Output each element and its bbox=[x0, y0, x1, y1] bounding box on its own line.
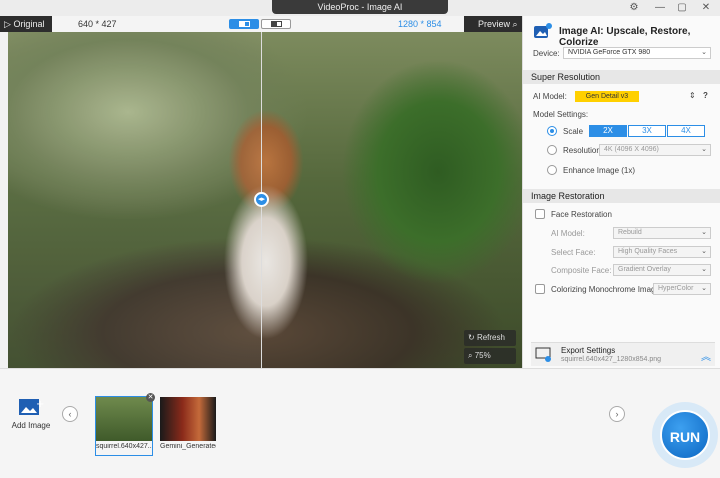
original-label: Original bbox=[13, 19, 45, 29]
thumbnail-caption: Gemini_Generated... bbox=[160, 443, 216, 450]
original-resolution: 640 * 427 bbox=[78, 19, 117, 29]
zoom-label: 75% bbox=[474, 351, 491, 360]
minimize-icon[interactable]: — bbox=[652, 1, 668, 15]
play-icon: ▷ bbox=[4, 19, 11, 29]
export-settings[interactable]: Export Settings squirrel.640x427_1280x85… bbox=[531, 342, 715, 366]
super-resolution-heading: Super Resolution bbox=[523, 70, 720, 84]
refresh-icon: ↻ bbox=[468, 333, 475, 342]
close-icon[interactable]: ✕ bbox=[698, 1, 714, 15]
composite-face-select[interactable]: Gradient Overlay ⌄ bbox=[613, 264, 711, 276]
model-settings-label: Model Settings: bbox=[533, 110, 589, 119]
chevron-down-icon: ⌄ bbox=[701, 229, 707, 236]
original-tag: ▷ Original bbox=[0, 16, 52, 32]
refresh-button[interactable]: ↻ Refresh bbox=[464, 330, 516, 346]
chevron-down-icon: ⌄ bbox=[701, 49, 707, 56]
expand-up-icon[interactable]: ︽ bbox=[701, 348, 711, 363]
image-preview[interactable]: ◂▸ ↻ Refresh ⌕ 75% bbox=[8, 32, 522, 368]
zoom-icon: ⌕ bbox=[468, 351, 473, 360]
ai-model-arrow-icon[interactable]: ⇕ bbox=[689, 91, 696, 100]
restoration-ai-model-label: AI Model: bbox=[551, 229, 585, 238]
resolution-radio[interactable] bbox=[547, 145, 557, 155]
preview-header: ▷ Original 640 * 427 1280 * 854 Preview … bbox=[0, 16, 522, 32]
colorize-checkbox[interactable] bbox=[535, 284, 545, 294]
chevron-down-icon: ⌄ bbox=[701, 285, 707, 292]
composite-face-label: Composite Face: bbox=[551, 266, 612, 275]
remove-icon[interactable]: ✕ bbox=[146, 393, 155, 402]
split-view-toggle[interactable] bbox=[229, 19, 259, 29]
thumbnail-item[interactable]: Gemini_Generated... bbox=[160, 397, 216, 455]
media-strip: + Add Image ‹ ✕ squirrel.640x427... Gemi… bbox=[0, 368, 720, 478]
output-resolution: 1280 * 854 bbox=[398, 19, 442, 29]
export-settings-icon bbox=[535, 347, 551, 362]
export-settings-label: Export Settings bbox=[561, 346, 616, 355]
ai-model-label: AI Model: bbox=[533, 92, 567, 101]
device-label: Device: bbox=[533, 49, 560, 58]
thumbnail-item[interactable]: ✕ squirrel.640x427... bbox=[95, 393, 155, 456]
preview-label: Preview bbox=[478, 19, 511, 29]
face-restoration-checkbox[interactable] bbox=[535, 209, 545, 219]
chevron-down-icon: ⌄ bbox=[701, 146, 707, 153]
chevron-down-icon: ⌄ bbox=[701, 248, 707, 255]
colorize-select[interactable]: HyperColor ⌄ bbox=[653, 283, 711, 295]
chevron-down-icon: ⌄ bbox=[701, 266, 707, 273]
scale-radio[interactable] bbox=[547, 126, 557, 136]
window-title: VideoProc - Image AI bbox=[272, 0, 448, 14]
next-arrow-button[interactable]: › bbox=[609, 406, 625, 422]
thumbnail-caption: squirrel.640x427... bbox=[96, 443, 152, 450]
split-handle[interactable]: ◂▸ bbox=[254, 192, 269, 207]
resolution-select[interactable]: 4K (4096 X 4096) ⌄ bbox=[599, 144, 711, 156]
scale-3x-button[interactable]: 3X bbox=[628, 125, 666, 137]
original-half bbox=[8, 32, 261, 368]
device-value: NVIDIA GeForce GTX 980 bbox=[568, 49, 651, 56]
preview-button[interactable]: Preview ⌕ bbox=[464, 16, 522, 32]
search-icon: ⌕ bbox=[512, 19, 518, 29]
add-image-label: Add Image bbox=[11, 421, 51, 430]
image-ai-icon bbox=[534, 23, 552, 38]
thumbnail-image bbox=[96, 397, 152, 441]
split-view-icon bbox=[239, 21, 250, 27]
run-label: RUN bbox=[660, 410, 710, 460]
title-bar: VideoProc - Image AI ⚙ — ▢ ✕ bbox=[0, 0, 720, 16]
ai-model-select[interactable]: Gen Detail v3 bbox=[575, 91, 639, 102]
prev-arrow-button[interactable]: ‹ bbox=[62, 406, 78, 422]
device-select[interactable]: NVIDIA GeForce GTX 980 ⌄ bbox=[563, 47, 711, 59]
select-face-label: Select Face: bbox=[551, 248, 596, 257]
settings-icon[interactable]: ⚙ bbox=[626, 1, 642, 15]
enhance-radio[interactable] bbox=[547, 165, 557, 175]
zoom-button[interactable]: ⌕ 75% bbox=[464, 348, 516, 364]
help-icon[interactable]: ? bbox=[703, 91, 708, 100]
image-restoration-heading: Image Restoration bbox=[523, 189, 720, 203]
add-image-icon: + bbox=[19, 399, 44, 415]
face-restoration-label: Face Restoration bbox=[551, 210, 612, 219]
scale-label: Scale bbox=[563, 127, 584, 136]
enhance-label: Enhance Image (1x) bbox=[563, 166, 636, 175]
colorize-label: Colorizing Monochrome Image: bbox=[551, 285, 663, 294]
maximize-icon[interactable]: ▢ bbox=[674, 1, 690, 15]
side-by-side-toggle[interactable] bbox=[261, 19, 291, 29]
svg-text:+: + bbox=[36, 399, 44, 410]
settings-panel: Image AI: Upscale, Restore, Colorize Dev… bbox=[522, 16, 720, 368]
resolution-value: 4K (4096 X 4096) bbox=[604, 146, 659, 153]
composite-face-value: Gradient Overlay bbox=[618, 266, 671, 273]
resolution-label: Resolution bbox=[563, 146, 601, 155]
scale-2x-button[interactable]: 2X bbox=[589, 125, 627, 137]
select-face-select[interactable]: High Quality Faces ⌄ bbox=[613, 246, 711, 258]
export-filename: squirrel.640x427_1280x854.png bbox=[561, 356, 662, 363]
select-face-value: High Quality Faces bbox=[618, 248, 678, 255]
panel-title: Image AI: Upscale, Restore, Colorize bbox=[559, 26, 691, 48]
add-image-button[interactable]: + Add Image bbox=[10, 397, 52, 430]
colorize-value: HyperColor bbox=[658, 285, 694, 292]
refresh-label: Refresh bbox=[476, 333, 505, 342]
thumbnail-image bbox=[160, 397, 216, 441]
restoration-ai-model-select[interactable]: Rebuild ⌄ bbox=[613, 227, 711, 239]
run-button[interactable]: RUN bbox=[652, 402, 718, 468]
side-by-side-icon bbox=[271, 21, 282, 27]
scale-4x-button[interactable]: 4X bbox=[667, 125, 705, 137]
restoration-ai-model-value: Rebuild bbox=[618, 229, 642, 236]
